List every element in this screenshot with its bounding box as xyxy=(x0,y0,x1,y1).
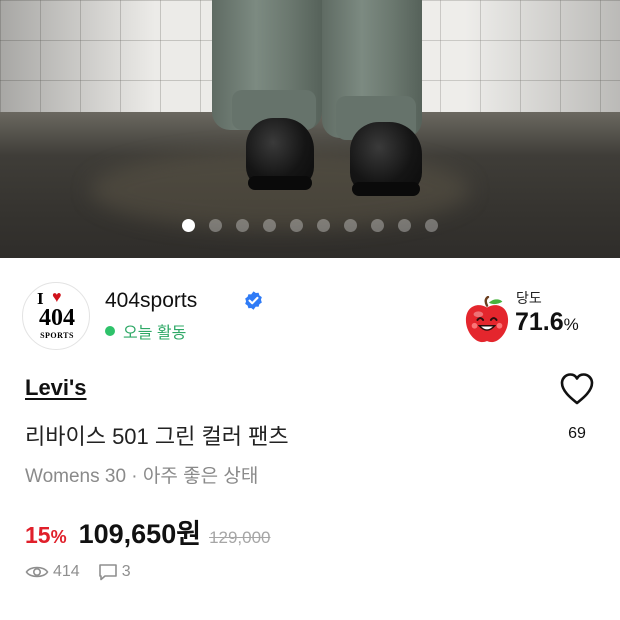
carousel-dot[interactable] xyxy=(371,219,384,232)
sweetness-value: 71.6% xyxy=(515,308,579,336)
sweetness-unit: % xyxy=(563,315,579,334)
sale-price: 109,650원 xyxy=(78,519,202,549)
carousel-dot[interactable] xyxy=(182,219,195,232)
seller-activity: 오늘 활동 xyxy=(105,319,186,343)
carousel-dot[interactable] xyxy=(236,219,249,232)
carousel-pagination xyxy=(0,219,620,233)
price-row: 15% 109,650원 129,000 xyxy=(25,512,271,551)
discount-rate: 15% xyxy=(25,522,67,548)
carousel-dot[interactable] xyxy=(209,219,222,232)
seller-avatar[interactable]: I ♥ 404 SPORTS xyxy=(22,282,90,350)
carousel-dot[interactable] xyxy=(263,219,276,232)
seller-row[interactable]: I ♥ 404 SPORTS 404sports 오늘 활동 당도 71.6% xyxy=(22,282,598,352)
seller-name[interactable]: 404sports xyxy=(105,289,197,313)
carousel-dot[interactable] xyxy=(344,219,357,232)
sweetness-label: 당도 xyxy=(516,290,542,306)
like-button[interactable]: 69 xyxy=(553,372,601,446)
heart-icon xyxy=(560,373,594,405)
carousel-dot[interactable] xyxy=(317,219,330,232)
product-meta: Womens 30 · 아주 좋은 상태 xyxy=(25,466,259,487)
apple-face-icon xyxy=(465,296,509,343)
comment-count: 3 xyxy=(121,563,131,580)
verified-check-icon xyxy=(245,291,262,310)
carousel-dot[interactable] xyxy=(398,219,411,232)
brand-link[interactable]: Levi's xyxy=(25,375,87,401)
original-price: 129,000 xyxy=(209,528,271,547)
eye-icon xyxy=(25,566,49,578)
carousel-dot[interactable] xyxy=(425,219,438,232)
product-image-carousel[interactable] xyxy=(0,0,620,258)
like-count: 69 xyxy=(568,425,586,442)
avatar-text-number: 404 xyxy=(39,305,75,331)
avatar-heart-icon: ♥ xyxy=(52,289,62,306)
activity-status: 오늘 활동 xyxy=(123,325,187,342)
sweetness-score[interactable]: 당도 71.6% xyxy=(458,290,598,348)
product-title: 리바이스 501 그린 컬러 팬츠 xyxy=(25,424,289,449)
avatar-text-word: SPORTS xyxy=(40,331,74,340)
comment-icon xyxy=(98,564,117,581)
carousel-dot[interactable] xyxy=(290,219,303,232)
view-count: 414 xyxy=(53,563,80,580)
online-dot-icon xyxy=(105,326,115,336)
product-stats: 414 3 xyxy=(25,563,131,581)
